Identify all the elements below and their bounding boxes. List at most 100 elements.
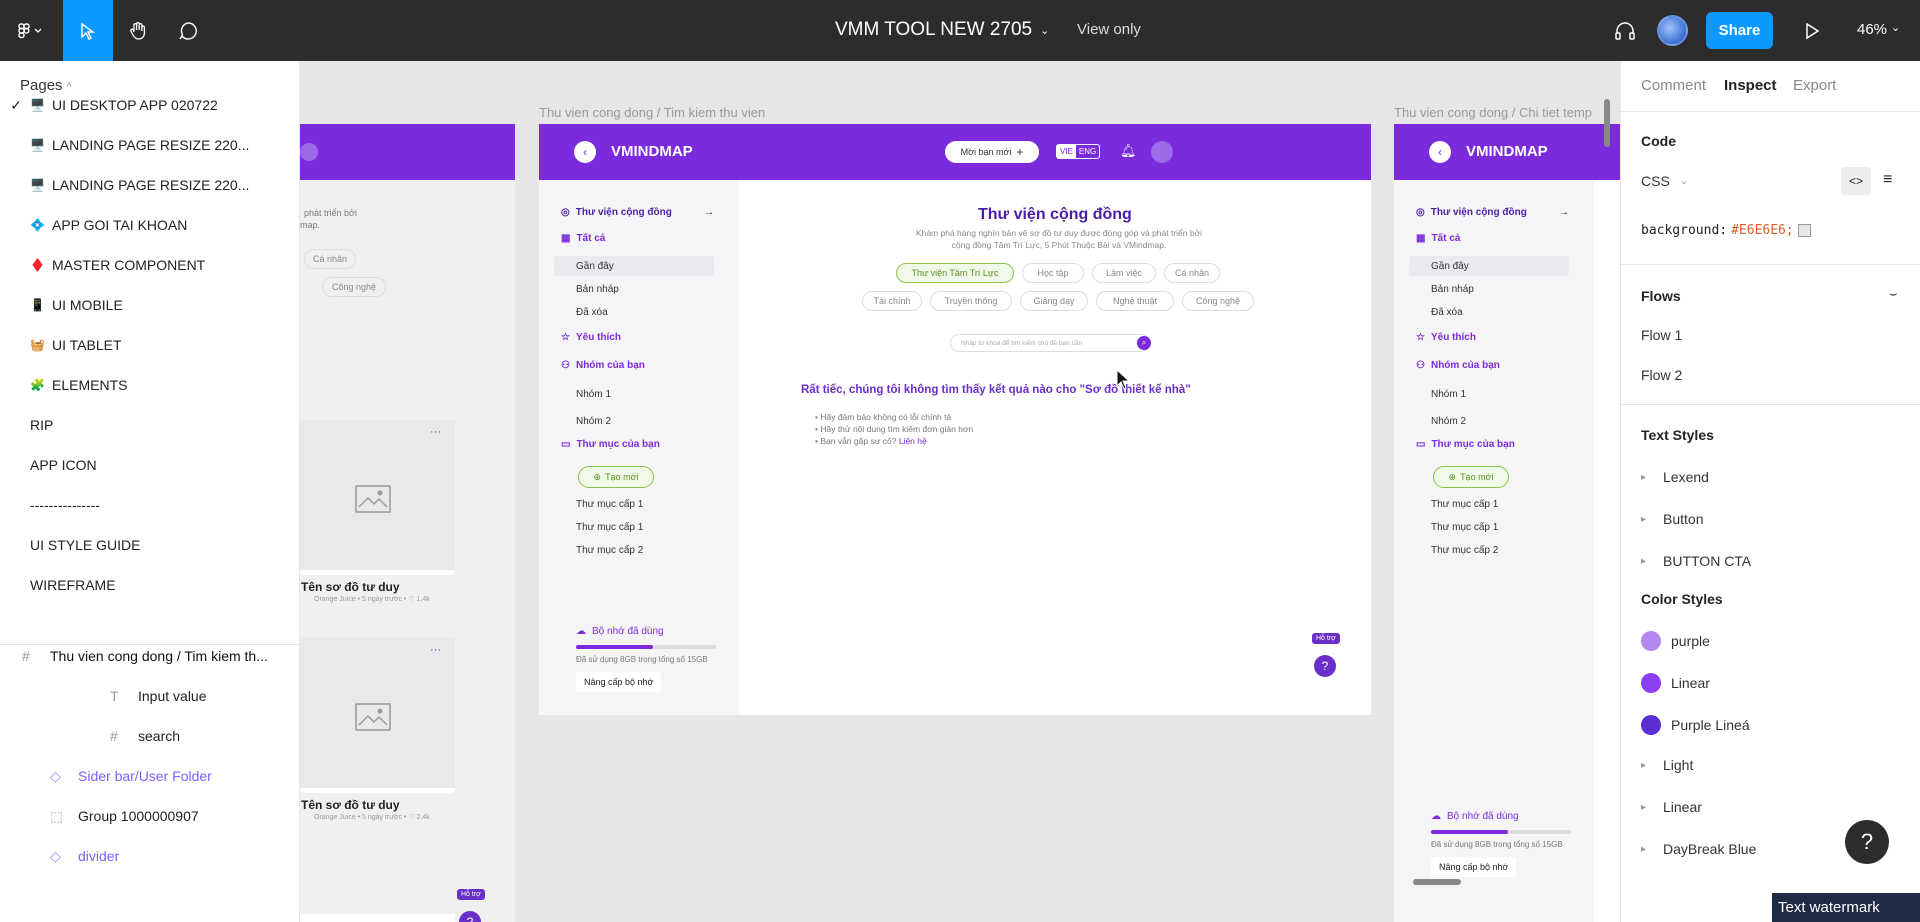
color-style-item[interactable]: Purple Lineá: [1641, 715, 1750, 735]
canvas[interactable]: phát triển bởi map. Cá nhân Công nghệ ··…: [300, 61, 1620, 922]
sidebar-item-all[interactable]: ▦ Tất cả: [1416, 233, 1460, 244]
sidebar-item-recent[interactable]: Gần đây: [1431, 261, 1469, 272]
comment-tool-button[interactable]: [163, 0, 213, 61]
sidebar-item-deleted[interactable]: Đã xóa: [576, 307, 608, 318]
file-title[interactable]: VMM TOOL NEW 2705 ⌄: [835, 19, 1049, 41]
category-chip[interactable]: Giảng dạy: [1020, 291, 1088, 311]
audio-button[interactable]: [1608, 0, 1642, 61]
page-item[interactable]: ♦️ MASTER COMPONENT: [0, 245, 300, 285]
user-icon[interactable]: [1151, 141, 1173, 163]
page-item[interactable]: ✓ 🖥️ UI DESKTOP APP 020722: [0, 85, 300, 125]
sidebar-item-group2[interactable]: Nhóm 2: [1431, 416, 1466, 427]
css-select[interactable]: CSS ⌄: [1641, 173, 1688, 189]
frame-label[interactable]: Thu vien cong dong / Chi tiet temp: [1394, 105, 1620, 120]
layer-item[interactable]: # search: [0, 716, 300, 756]
sidebar-item-favorites[interactable]: ☆ Yêu thích: [1416, 332, 1476, 343]
language-toggle[interactable]: VIE ENG: [1056, 144, 1101, 159]
back-button[interactable]: ‹: [1429, 141, 1451, 163]
sidebar-item-recent[interactable]: Gần đây: [576, 261, 614, 272]
page-item[interactable]: 🧩 ELEMENTS: [0, 365, 300, 405]
category-chip[interactable]: Nghệ thuật: [1096, 291, 1174, 311]
sidebar-item-groups[interactable]: ⚇ Nhóm của bạn: [561, 360, 645, 371]
page-item[interactable]: APP ICON: [0, 445, 300, 485]
tab-comment[interactable]: Comment: [1641, 77, 1706, 94]
category-chip[interactable]: Học tập: [1022, 263, 1084, 283]
lang-eng[interactable]: ENG: [1076, 145, 1099, 158]
sidebar-item-groups[interactable]: ⚇ Nhóm của bạn: [1416, 360, 1500, 371]
mindmap-card[interactable]: ··· Tên sơ đồ tư duy Orange Juice • 5 ng…: [300, 420, 455, 603]
sidebar-item-folder[interactable]: Thư mục cấp 1: [576, 499, 643, 510]
present-button[interactable]: [1795, 0, 1829, 61]
sidebar-item-folder[interactable]: Thư mục cấp 2: [576, 545, 643, 556]
new-folder-button[interactable]: ⊕ Tạo mới: [1433, 466, 1509, 488]
user-avatar[interactable]: [1657, 15, 1688, 46]
sidebar-item-group1[interactable]: Nhóm 1: [1431, 389, 1466, 400]
page-item[interactable]: 🖥️ LANDING PAGE RESIZE 220...: [0, 165, 300, 205]
upgrade-storage-button[interactable]: Nâng cấp bộ nhớ: [576, 672, 662, 692]
layer-item[interactable]: # Thu vien cong dong / Tim kiem th...: [0, 636, 300, 676]
search-input[interactable]: Nhập từ khoá để tìm kiếm chủ đề bạn cần: [950, 334, 1150, 352]
figma-menu-button[interactable]: [8, 0, 52, 61]
help-button[interactable]: ?: [1314, 655, 1336, 677]
bell-icon[interactable]: 🔔︎: [1120, 143, 1137, 159]
eye-closed-icon[interactable]: ⌣: [1889, 286, 1898, 302]
chip-personal[interactable]: Cá nhân: [304, 249, 356, 269]
sidebar-item-all[interactable]: ▦ Tất cả: [561, 233, 605, 244]
sidebar-item-deleted[interactable]: Đã xóa: [1431, 307, 1463, 318]
sidebar-item-draft[interactable]: Bản nháp: [576, 284, 619, 295]
sidebar-item-folder[interactable]: Thư mục cấp 1: [576, 522, 643, 533]
sidebar-item-group2[interactable]: Nhóm 2: [576, 416, 611, 427]
more-icon[interactable]: ···: [430, 644, 441, 656]
layer-item[interactable]: ◇ divider: [0, 836, 300, 876]
mindmap-card[interactable]: ··· Tên sơ đồ tư duy Orange Juice • 5 ng…: [300, 638, 455, 821]
frame-left-partial[interactable]: phát triển bởi map. Cá nhân Công nghệ ··…: [300, 124, 515, 922]
vertical-scrollbar[interactable]: [1604, 99, 1610, 147]
chip-tech[interactable]: Công nghệ: [322, 277, 386, 297]
move-tool-button[interactable]: [63, 0, 113, 61]
tab-export[interactable]: Export: [1793, 77, 1836, 94]
frame-main[interactable]: ‹ VMINDMAP Mời bạn mới + VIE ENG 🔔︎ ◎ Thư …: [539, 124, 1371, 715]
color-style-item[interactable]: purple: [1641, 631, 1710, 651]
back-button[interactable]: ‹: [574, 141, 596, 163]
contact-link[interactable]: Liên hệ: [899, 436, 927, 446]
page-item[interactable]: RIP: [0, 405, 300, 445]
flow-item[interactable]: Flow 1: [1641, 327, 1682, 343]
search-icon[interactable]: ⌕: [1137, 336, 1151, 350]
text-style-item[interactable]: ▸ Button: [1641, 511, 1703, 527]
sidebar-item-folder[interactable]: Thư mục cấp 1: [1431, 522, 1498, 533]
lang-vie[interactable]: VIE: [1057, 145, 1076, 158]
page-item[interactable]: WIREFRAME: [0, 565, 300, 605]
sidebar-item-community[interactable]: ◎ Thư viện cộng đồng: [561, 207, 672, 218]
tab-inspect[interactable]: Inspect: [1724, 77, 1777, 94]
zoom-control[interactable]: 46% ⌄: [1857, 21, 1900, 38]
new-folder-button[interactable]: ⊕ Tạo mới: [578, 466, 654, 488]
sidebar-item-folders[interactable]: ▭ Thư mục của bạn: [1416, 439, 1515, 450]
sidebar-item-draft[interactable]: Bản nháp: [1431, 284, 1474, 295]
page-item[interactable]: 📱 UI MOBILE: [0, 285, 300, 325]
page-item[interactable]: UI STYLE GUIDE: [0, 525, 300, 565]
category-chip[interactable]: Làm việc: [1092, 263, 1156, 283]
text-style-item[interactable]: ▸ BUTTON CTA: [1641, 553, 1751, 569]
frame-label[interactable]: Thu vien cong dong / Tim kiem thu vien: [539, 105, 765, 120]
list-view-icon[interactable]: ≡: [1883, 171, 1892, 189]
sidebar-item-folders[interactable]: ▭ Thư mục của bạn: [561, 439, 660, 450]
page-item[interactable]: 🖥️ LANDING PAGE RESIZE 220...: [0, 125, 300, 165]
hand-tool-button[interactable]: [113, 0, 163, 61]
invite-button[interactable]: Mời bạn mới +: [945, 141, 1039, 163]
sidebar-item-favorites[interactable]: ☆ Yêu thích: [561, 332, 621, 343]
text-style-item[interactable]: ▸ Lexend: [1641, 469, 1709, 485]
layer-item[interactable]: T Input value: [0, 676, 300, 716]
sidebar-item-folder[interactable]: Thư mục cấp 1: [1431, 499, 1498, 510]
flow-item[interactable]: Flow 2: [1641, 367, 1682, 383]
more-icon[interactable]: ···: [430, 426, 441, 438]
layer-item[interactable]: ◇ Sider bar/User Folder: [0, 756, 300, 796]
color-style-item[interactable]: ▸ DayBreak Blue: [1641, 841, 1756, 857]
upgrade-storage-button[interactable]: Nâng cấp bộ nhớ: [1431, 857, 1517, 877]
page-item[interactable]: ---------------: [0, 485, 300, 525]
color-style-item[interactable]: ▸ Linear: [1641, 799, 1702, 815]
horizontal-scrollbar[interactable]: [1413, 879, 1461, 885]
help-button[interactable]: ?: [1845, 820, 1889, 864]
frame-right-partial[interactable]: ‹ VMINDMAP ◎ Thư viện cộng đồng → ▦ Tất cả…: [1394, 124, 1620, 922]
sidebar-item-folder[interactable]: Thư mục cấp 2: [1431, 545, 1498, 556]
category-chip[interactable]: Thư viện Tâm Trí Lực: [896, 263, 1014, 283]
